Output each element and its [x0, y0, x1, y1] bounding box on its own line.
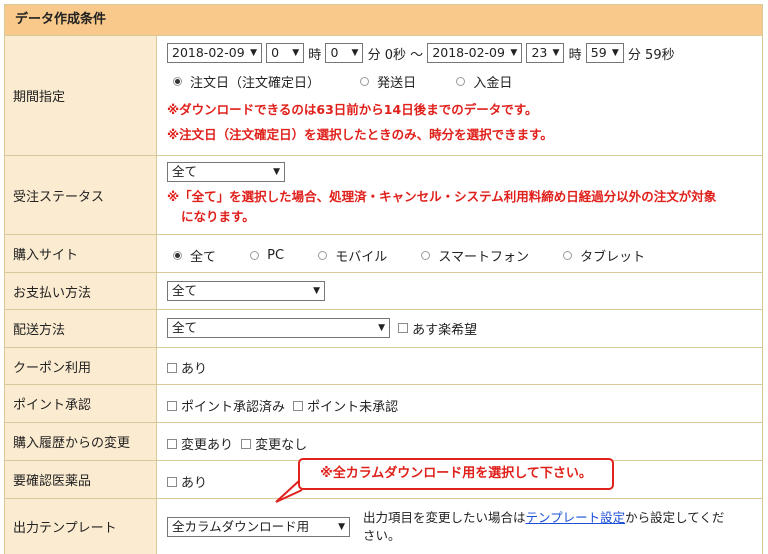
- medicine-label: 要確認医薬品: [5, 461, 157, 498]
- end-date-select[interactable]: 2018-02-09 ▼: [427, 43, 523, 63]
- checkbox-history-changed[interactable]: 変更あり: [167, 436, 233, 453]
- checkbox-icon: [167, 438, 177, 449]
- coupon-row: クーポン利用 あり: [5, 348, 762, 385]
- minute-unit: 分: [367, 47, 381, 63]
- radio-site-mobile[interactable]: モバイル: [318, 248, 387, 265]
- radio-site-pc[interactable]: PC: [250, 248, 284, 263]
- period-value: 2018-02-09 ▼ 0 ▼ 時 0 ▼ 分 0秒 ～ 2018-02-09 ▼ 2…: [157, 36, 762, 155]
- period-note-2: ※注文日（注文確定日）を選択したときのみ、時分を選択できます。: [167, 127, 553, 142]
- template-settings-link[interactable]: テンプレート設定: [526, 510, 626, 525]
- chevron-down-icon: ▼: [378, 323, 385, 333]
- checkbox-icon: [167, 476, 177, 487]
- chevron-down-icon: ▼: [351, 48, 359, 58]
- template-value: 全カラムダウンロード用 ▼ 出力項目を変更したい場合はテンプレート設定から設定して…: [157, 499, 762, 554]
- order-status-note-2: になります。: [181, 209, 255, 224]
- template-row: 出力テンプレート 全カラムダウンロード用 ▼ 出力項目を変更したい場合はテンプレー…: [5, 499, 762, 554]
- range-tilde: ～: [410, 47, 424, 63]
- panel-title: データ作成条件: [5, 5, 762, 36]
- history-row: 購入履歴からの変更 変更あり 変更なし: [5, 423, 762, 461]
- chevron-down-icon: ▼: [338, 522, 345, 532]
- checkbox-asuraku[interactable]: あす楽希望: [398, 321, 477, 338]
- checkbox-icon: [167, 362, 177, 373]
- chevron-down-icon: ▼: [250, 48, 257, 58]
- history-value: 変更あり 変更なし: [157, 423, 762, 460]
- radio-site-tablet[interactable]: タブレット: [563, 248, 645, 265]
- end-hour-select[interactable]: 23 ▼: [526, 43, 565, 63]
- radio-dot-icon: [360, 77, 370, 86]
- chevron-down-icon: ▼: [313, 286, 320, 296]
- checkbox-medicine[interactable]: あり: [167, 474, 207, 491]
- delivery-value: 全て ▼ あす楽希望: [157, 310, 762, 347]
- end-seconds: 59秒: [645, 47, 675, 63]
- minute-unit: 分: [627, 47, 641, 63]
- radio-ship-date[interactable]: 発送日: [360, 74, 416, 91]
- chevron-down-icon: ▼: [273, 167, 280, 177]
- checkbox-points-approved[interactable]: ポイント承認済み: [167, 398, 285, 415]
- payment-select[interactable]: 全て ▼: [167, 281, 325, 301]
- checkbox-icon: [241, 438, 252, 449]
- points-value: ポイント承認済み ポイント未承認: [157, 385, 762, 422]
- chevron-down-icon: ▼: [611, 48, 619, 58]
- radio-dot-icon: [456, 77, 466, 86]
- radio-dot-icon: [563, 251, 573, 260]
- payment-label: お支払い方法: [5, 273, 157, 309]
- start-date-select[interactable]: 2018-02-09 ▼: [167, 43, 262, 63]
- checkbox-history-unchanged[interactable]: 変更なし: [241, 436, 307, 453]
- radio-site-smartphone[interactable]: スマートフォン: [421, 248, 529, 265]
- points-row: ポイント承認 ポイント承認済み ポイント未承認: [5, 385, 762, 423]
- checkbox-points-unapproved[interactable]: ポイント未承認: [293, 398, 398, 415]
- radio-dot-icon: [250, 251, 260, 260]
- coupon-value: あり: [157, 348, 762, 384]
- radio-payment-date[interactable]: 入金日: [456, 74, 512, 91]
- chevron-down-icon: ▼: [292, 48, 300, 58]
- radio-dot-icon: [421, 251, 431, 260]
- radio-order-date[interactable]: 注文日（注文確定日）: [173, 74, 320, 91]
- payment-row: お支払い方法 全て ▼: [5, 273, 762, 310]
- purchase-site-label: 購入サイト: [5, 235, 157, 272]
- order-status-note: ※「全て」を選択した場合、処理済・キャンセル・システム利用料締め日経過分以外の注…: [167, 189, 717, 204]
- purchase-site-value: 全て PC モバイル スマートフォン タブレット: [157, 235, 762, 272]
- period-row: 期間指定 2018-02-09 ▼ 0 ▼ 時 0 ▼ 分 0秒 ～ 2018-02-…: [5, 36, 762, 156]
- checkbox-icon: [398, 323, 409, 333]
- purchase-site-row: 購入サイト 全て PC モバイル スマートフォン タブレット: [5, 235, 762, 273]
- order-status-row: 受注ステータス 全て ▼ ※「全て」を選択した場合、処理済・キャンセル・システム利…: [5, 156, 762, 235]
- coupon-label: クーポン利用: [5, 348, 157, 384]
- template-description: 出力項目を変更したい場合はテンプレート設定から設定してくだ さい。: [363, 510, 725, 543]
- template-label: 出力テンプレート: [5, 499, 157, 554]
- start-hour-select[interactable]: 0 ▼: [266, 43, 305, 63]
- order-status-select[interactable]: 全て ▼: [167, 162, 285, 182]
- radio-dot-icon: [318, 251, 328, 260]
- radio-dot-icon: [173, 251, 182, 260]
- delivery-row: 配送方法 全て ▼ あす楽希望: [5, 310, 762, 348]
- end-minute-select[interactable]: 59 ▼: [585, 43, 624, 63]
- start-minute-select[interactable]: 0 ▼: [325, 43, 364, 63]
- delivery-label: 配送方法: [5, 310, 157, 347]
- start-seconds: 0秒: [384, 47, 407, 63]
- order-status-value: 全て ▼ ※「全て」を選択した場合、処理済・キャンセル・システム利用料締め日経過分…: [157, 156, 762, 234]
- callout-note: ※全カラムダウンロード用を選択して下さい。: [298, 458, 614, 490]
- checkbox-icon: [293, 400, 304, 411]
- payment-value: 全て ▼: [157, 273, 762, 309]
- hour-unit: 時: [308, 47, 322, 63]
- chevron-down-icon: ▼: [510, 48, 518, 58]
- order-status-label: 受注ステータス: [5, 156, 157, 234]
- points-label: ポイント承認: [5, 385, 157, 422]
- template-select[interactable]: 全カラムダウンロード用 ▼: [167, 517, 350, 537]
- history-label: 購入履歴からの変更: [5, 423, 157, 460]
- radio-dot-icon: [173, 77, 182, 86]
- chevron-down-icon: ▼: [552, 48, 560, 58]
- radio-site-all[interactable]: 全て: [173, 248, 216, 265]
- period-note-1: ※ダウンロードできるのは63日前から14日後までのデータです。: [167, 102, 538, 117]
- checkbox-coupon[interactable]: あり: [167, 360, 207, 377]
- hour-unit: 時: [568, 47, 582, 63]
- period-label: 期間指定: [5, 36, 157, 155]
- delivery-select[interactable]: 全て ▼: [167, 318, 390, 338]
- checkbox-icon: [167, 400, 177, 411]
